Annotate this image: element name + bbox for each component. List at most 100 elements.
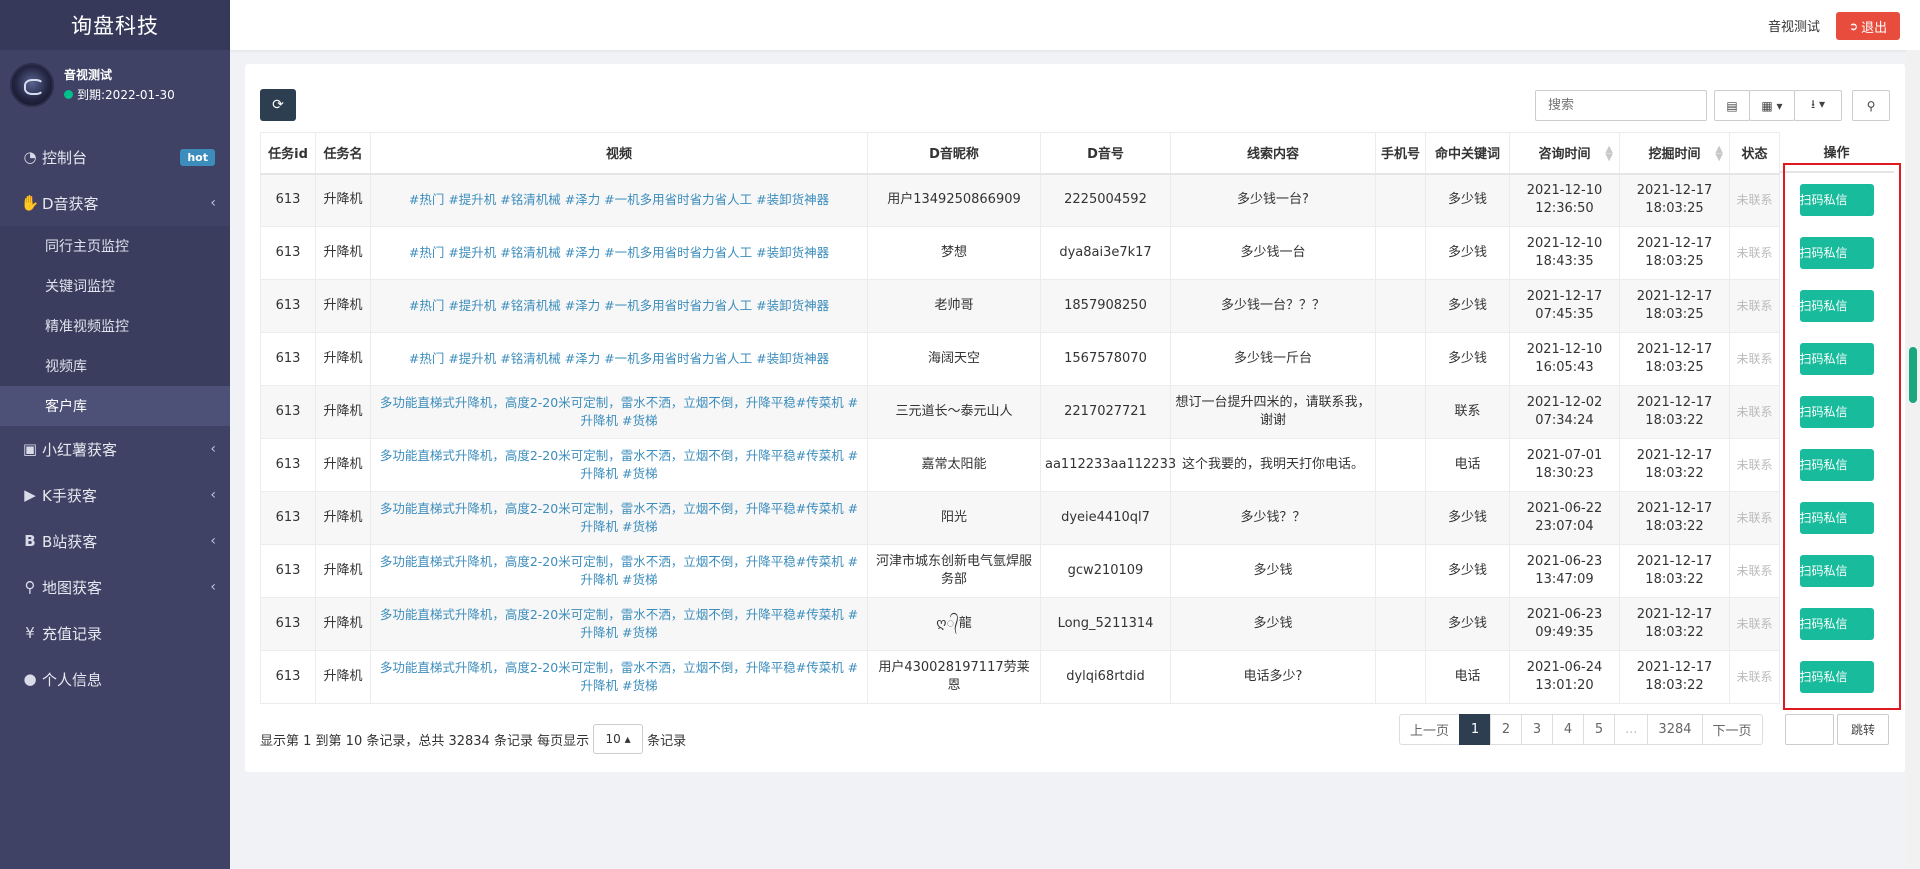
cell-task-id: 613 [260,173,316,227]
cell-keyword: 电话 [1425,650,1510,704]
scan-message-button[interactable]: 扫码私信 [1799,554,1874,587]
hot-badge: hot [180,148,215,166]
menu-bilibili[interactable]: B B站获客 ‹ [0,518,230,564]
menu-recharge[interactable]: ¥ 充值记录 [0,610,230,656]
sidebar-item-keyword-monitor[interactable]: 关键词监控 [0,266,230,306]
col-status[interactable]: 状态 [1729,132,1780,175]
menu-xiaohongshu[interactable]: ▣ 小红薯获客 ‹ [0,426,230,472]
cell-mine-time: 2021-12-17 18:03:25 [1619,226,1730,280]
search-button[interactable]: ⚲ [1852,90,1890,121]
col-nickname[interactable]: D音昵称 [867,132,1041,175]
cell-video[interactable]: 多功能直梯式升降机，高度2-20米可定制，雷水不洒，立烟不倒，升降平稳#传菜机 … [370,491,868,545]
sidebar-item-video-monitor[interactable]: 精准视频监控 [0,306,230,346]
next-page-button[interactable]: 下一页 [1701,714,1763,745]
scan-message-button[interactable]: 扫码私信 [1799,395,1874,428]
col-keyword[interactable]: 命中关键词 [1425,132,1510,175]
scan-message-button[interactable]: 扫码私信 [1799,660,1874,693]
col-consult-time[interactable]: 咨询时间 ▲ ▼ [1509,132,1620,175]
menu-kuaishou[interactable]: ▶ K手获客 ‹ [0,472,230,518]
scan-message-button[interactable]: 扫码私信 [1799,607,1874,640]
cell-douyin-id: dylqi68rtdid [1040,650,1171,704]
jump-button[interactable]: 跳转 [1837,714,1889,745]
page-size-dropdown[interactable]: 10 ▴ [593,724,644,754]
cell-douyin-id: dya8ai3e7k17 [1040,226,1171,280]
cell-phone [1375,226,1426,280]
page-scrollbar[interactable] [1906,50,1920,869]
scan-message-button[interactable]: 扫码私信 [1799,236,1874,269]
cell-lead-content: 这个我要的，我明天打你电话。 [1170,438,1376,492]
user-expire: 到期:2022-01-30 [64,85,175,105]
scan-message-button[interactable]: 扫码私信 [1799,183,1874,216]
menu-map[interactable]: ⚲ 地图获客 ‹ [0,564,230,610]
header-username[interactable]: 音视测试 [1768,16,1820,35]
search-input[interactable] [1535,90,1707,121]
table-row: 613 升降机 #热门 #提升机 #铭清机械 #泽力 #一机多用省时省力省人工 #装… [260,173,1780,227]
cell-mine-time: 2021-12-17 18:03:22 [1619,597,1730,651]
col-mine-time[interactable]: 挖掘时间 ▲ ▼ [1619,132,1730,175]
user-icon: ● [23,670,37,688]
dashboard-icon: ◔ [23,148,37,166]
prev-page-button[interactable]: 上一页 [1399,714,1461,745]
cell-mine-time: 2021-12-17 18:03:25 [1619,173,1730,227]
col-lead-content[interactable]: 线索内容 [1170,132,1376,175]
cell-video[interactable]: 多功能直梯式升降机，高度2-20米可定制，雷水不洒，立烟不倒，升降平稳#传菜机 … [370,650,868,704]
action-column: 操作 扫码私信 扫码私信 扫码私信 扫码私信 扫码私信 扫码私信 扫码私信 扫码私信 扫码私信扫… [1779,132,1894,703]
cell-video[interactable]: 多功能直梯式升降机，高度2-20米可定制，雷水不洒，立烟不倒，升降平稳#传菜机 … [370,544,868,598]
page-number-button[interactable]: 3284 [1647,714,1703,745]
col-task-name[interactable]: 任务名 [315,132,371,175]
menu-map-label: 地图获客 [42,578,103,597]
menu-dashboard[interactable]: ◔ 控制台 hot [0,134,230,180]
logout-button[interactable]: ➲ 退出 [1836,12,1900,40]
scan-message-button[interactable]: 扫码私信 [1799,289,1874,322]
scrollbar-thumb[interactable] [1909,347,1917,403]
scan-message-button[interactable]: 扫码私信 [1799,501,1874,534]
export-button[interactable]: ⭳ ▾ [1794,90,1842,121]
menu-dashboard-label: 控制台 [42,148,88,167]
records-suffix-text: 条记录 [647,733,687,749]
menu-bilibili-label: B站获客 [42,532,98,551]
cell-video[interactable]: #热门 #提升机 #铭清机械 #泽力 #一机多用省时省力省人工 #装卸货神器 [370,279,868,333]
sidebar-item-video-library[interactable]: 视频库 [0,346,230,386]
cell-video[interactable]: 多功能直梯式升降机，高度2-20米可定制，雷水不洒，立烟不倒，升降平稳#传菜机 … [370,385,868,439]
page-number-button[interactable]: 2 [1490,714,1523,745]
cell-nickname: 海阔天空 [867,332,1041,386]
scan-message-button[interactable]: 扫码私信 [1799,342,1874,375]
table-row: 613 升降机 多功能直梯式升降机，高度2-20米可定制，雷水不洒，立烟不倒，升降平… [260,597,1780,651]
col-video[interactable]: 视频 [370,132,868,175]
menu-douyin-label: D音获客 [42,194,99,213]
col-phone[interactable]: 手机号 [1375,132,1426,175]
sidebar-item-customer-library[interactable]: 客户库 [0,386,230,426]
cell-video[interactable]: #热门 #提升机 #铭清机械 #泽力 #一机多用省时省力省人工 #装卸货神器 [370,332,868,386]
pagination: 上一页 1 2 3 4 5... 3284 下一页 [1399,714,1763,745]
menu-profile[interactable]: ● 个人信息 [0,656,230,702]
cell-video[interactable]: #热门 #提升机 #铭清机械 #泽力 #一机多用省时省力省人工 #装卸货神器 [370,226,868,280]
cell-task-id: 613 [260,332,316,386]
page-number-button[interactable]: 5 [1583,714,1616,745]
cell-keyword: 多少钱 [1425,597,1510,651]
cell-video[interactable]: #热门 #提升机 #铭清机械 #泽力 #一机多用省时省力省人工 #装卸货神器 [370,173,868,227]
cell-status: 未联系 [1729,279,1780,333]
cell-video[interactable]: 多功能直梯式升降机，高度2-20米可定制，雷水不洒，立烟不倒，升降平稳#传菜机 … [370,597,868,651]
cell-consult-time: 2021-06-23 09:49:35 [1509,597,1620,651]
cell-nickname: 三元道长～泰元山人 [867,385,1041,439]
scan-message-button[interactable]: 扫码私信 [1799,448,1874,481]
cell-keyword: 多少钱 [1425,226,1510,280]
menu-douyin[interactable]: ✋ D音获客 ‹ [0,180,230,226]
page-number-button[interactable]: 3 [1521,714,1554,745]
columns-button[interactable]: ▦ ▾ [1749,90,1795,121]
table-row: 613 升降机 多功能直梯式升降机，高度2-20米可定制，雷水不洒，立烟不倒，升降平… [260,650,1780,704]
chevron-left-icon: ‹ [210,533,216,549]
table-row: 613 升降机 #热门 #提升机 #铭清机械 #泽力 #一机多用省时省力省人工 #装… [260,332,1780,386]
cell-video[interactable]: 多功能直梯式升降机，高度2-20米可定制，雷水不洒，立烟不倒，升降平稳#传菜机 … [370,438,868,492]
cell-nickname: 老帅哥 [867,279,1041,333]
sidebar-item-peer-monitor[interactable]: 同行主页监控 [0,226,230,266]
col-douyin-id[interactable]: D音号 [1040,132,1171,175]
cell-consult-time: 2021-06-23 13:47:09 [1509,544,1620,598]
page-number-button[interactable]: 1 [1459,714,1492,745]
refresh-button[interactable]: ⟳ [260,89,296,121]
toggle-view-button[interactable]: ▤ [1714,90,1750,121]
jump-page-input[interactable] [1785,714,1834,745]
page-number-button[interactable]: 4 [1552,714,1585,745]
action-cell: 扫码私信 [1779,385,1894,438]
col-task-id[interactable]: 任务id [260,132,316,175]
